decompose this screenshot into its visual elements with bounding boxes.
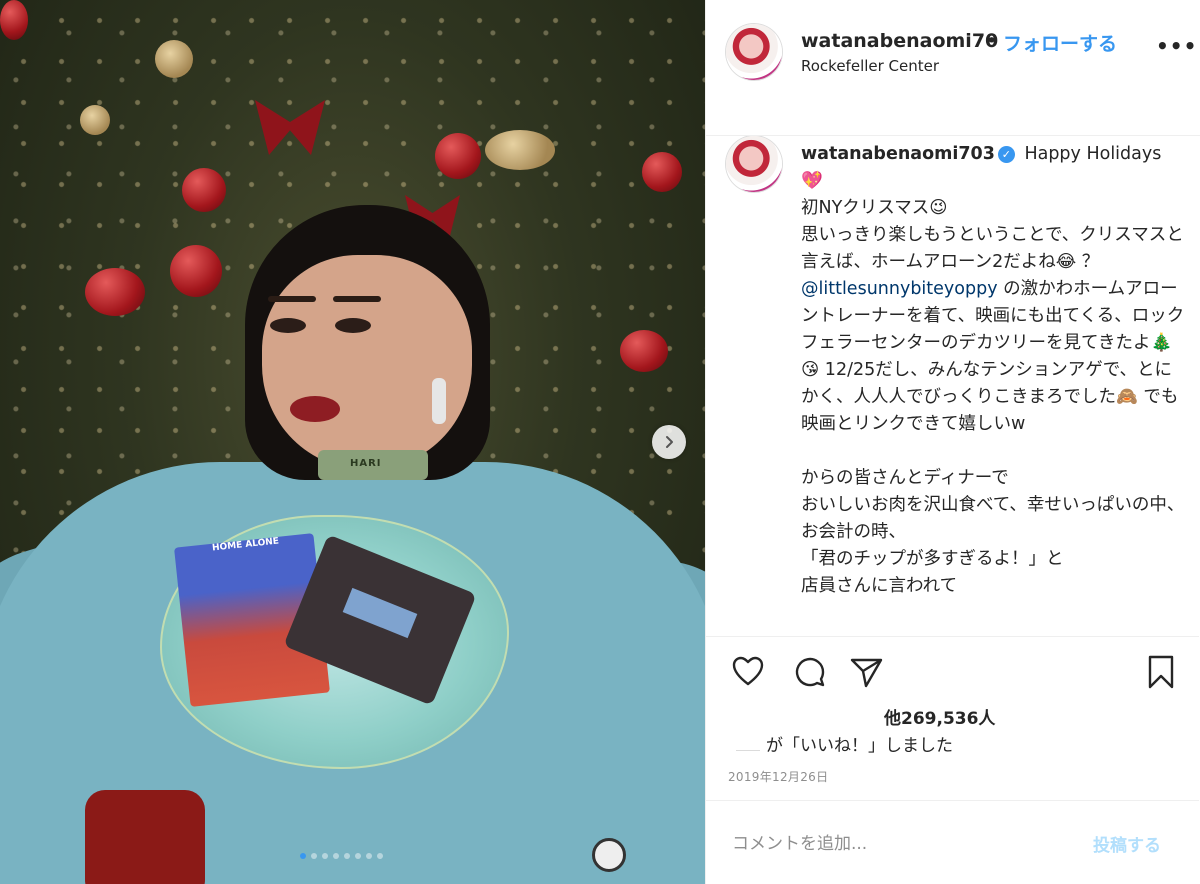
like-button[interactable] (730, 654, 766, 690)
divider (706, 636, 1199, 637)
chevron-right-icon (666, 436, 673, 448)
eye (270, 318, 306, 333)
carousel-dot (311, 853, 317, 859)
bookmark-icon (1148, 655, 1174, 689)
logo-patch (592, 838, 626, 872)
share-button[interactable] (849, 654, 885, 690)
heart-icon (732, 656, 764, 686)
eyebrow (333, 296, 381, 302)
save-button[interactable] (1143, 654, 1179, 690)
collar-print: HARI (350, 458, 382, 469)
carousel-dot (355, 853, 361, 859)
face (262, 255, 472, 470)
header-username[interactable]: watanabenaomi70 (801, 30, 998, 52)
carousel-next-button[interactable] (652, 425, 686, 459)
comment-input[interactable] (730, 829, 1074, 859)
caption-text: watanabenaomi703 ✓ Happy Holidays 💖 初NYクリ… (801, 141, 1186, 600)
carousel-dot (366, 853, 372, 859)
carousel-dot (322, 853, 328, 859)
carousel-dot (333, 853, 339, 859)
send-icon (850, 658, 883, 688)
post-date[interactable]: 2019年12月26日 (728, 768, 828, 785)
liked-by-user[interactable] (736, 740, 760, 751)
avatar[interactable] (726, 136, 782, 192)
likes-count[interactable]: 他269,536人 (884, 704, 995, 729)
post-header: watanabenaomi70 • フォローする Rockefeller Cen… (706, 0, 1200, 136)
liked-by-text: が「いいね！」しました (766, 736, 953, 756)
comment-button[interactable] (792, 654, 828, 690)
follow-button[interactable]: フォローする (1003, 29, 1117, 56)
carousel-dot (344, 853, 350, 859)
earring (432, 378, 446, 424)
avatar[interactable] (726, 24, 782, 80)
verified-badge-icon: ✓ (997, 146, 1015, 163)
separator-dot: • (986, 30, 998, 52)
caption-text-part: の激かわホームアローントレーナーを着て、映画にも出てくる、ロックフェラーセンター… (801, 279, 1185, 596)
comment-bar: 投稿する (706, 800, 1199, 884)
mention-link[interactable]: @littlesunnybiteyoppy (801, 279, 998, 299)
eye (335, 318, 371, 333)
carousel-indicator (300, 853, 383, 859)
carousel-dot (377, 853, 383, 859)
liked-by-line: が「いいね！」しました (736, 731, 953, 756)
post-comment-button[interactable]: 投稿する (1093, 831, 1161, 856)
action-bar (706, 650, 1199, 694)
more-options-button[interactable]: ••• (1156, 34, 1197, 58)
instagram-post: HARI HOME ALONE watanabenaomi70 • フォローする… (0, 0, 1200, 884)
caption-area: watanabenaomi703 ✓ Happy Holidays 💖 初NYクリ… (706, 136, 1199, 636)
post-photo[interactable]: HARI HOME ALONE (0, 0, 705, 884)
location-link[interactable]: Rockefeller Center (801, 57, 939, 75)
carousel-dot (300, 853, 306, 859)
comment-icon (795, 657, 825, 687)
pants (85, 790, 205, 884)
person: HARI HOME ALONE (0, 0, 705, 884)
caption-username[interactable]: watanabenaomi703 (801, 144, 995, 164)
eyebrow (268, 296, 316, 302)
lips (290, 396, 340, 422)
post-side-panel: watanabenaomi70 • フォローする Rockefeller Cen… (705, 0, 1200, 884)
